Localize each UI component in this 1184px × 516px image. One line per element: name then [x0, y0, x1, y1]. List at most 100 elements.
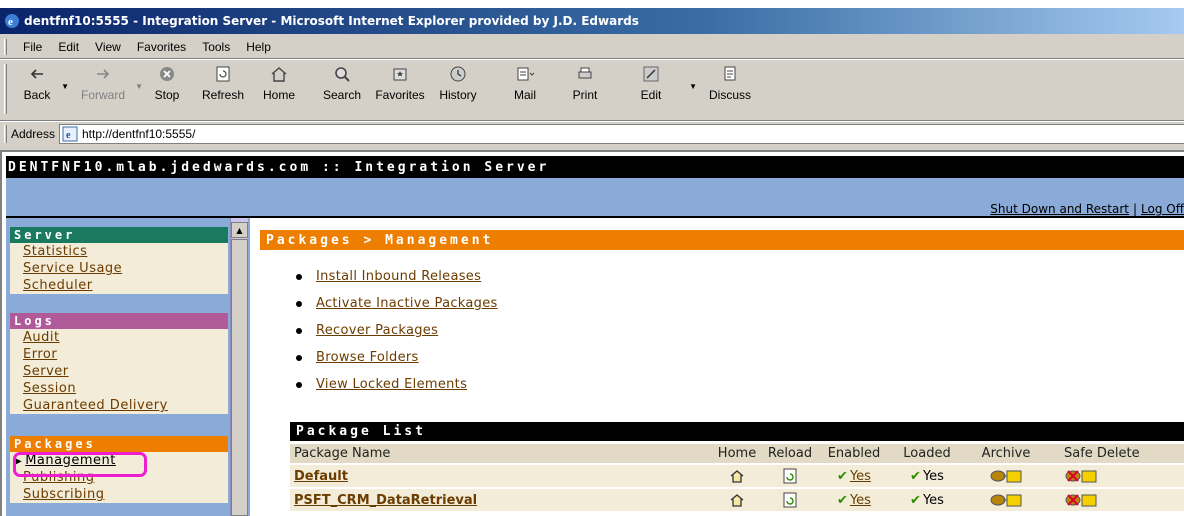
breadcrumb-text: Packages > Management — [266, 232, 494, 248]
reload-icon[interactable] — [782, 468, 798, 484]
history-button[interactable]: History — [433, 60, 483, 114]
archive-folder-icon[interactable] — [989, 492, 1023, 508]
nav-link-subscribing[interactable]: Subscribing — [10, 486, 228, 503]
reload-icon[interactable] — [782, 492, 798, 508]
menu-favorites[interactable]: Favorites — [129, 40, 194, 54]
activate-inactive-packages-link[interactable]: Activate Inactive Packages — [316, 296, 498, 311]
menu-edit[interactable]: Edit — [50, 40, 87, 54]
toolbar-grip — [4, 64, 7, 114]
scroll-thumb[interactable] — [231, 239, 248, 516]
menu-help[interactable]: Help — [238, 40, 279, 54]
history-icon — [450, 66, 466, 82]
discuss-button[interactable]: Discuss — [705, 60, 755, 114]
recover-packages-link[interactable]: Recover Packages — [316, 323, 438, 338]
col-archive: Archive — [964, 444, 1048, 463]
annotation-highlight — [13, 452, 147, 477]
package-list-title: Package List — [290, 422, 1184, 441]
shutdown-restart-link[interactable]: Shut Down and Restart — [990, 202, 1129, 216]
forward-arrow-icon — [97, 69, 110, 79]
view-locked-elements-link[interactable]: View Locked Elements — [316, 377, 467, 392]
refresh-button[interactable]: Refresh — [197, 60, 249, 114]
nav-heading-server: Server — [10, 227, 228, 243]
nav-link-session[interactable]: Session — [10, 380, 228, 397]
mail-button[interactable]: Mail — [503, 60, 547, 114]
bullet-icon — [296, 381, 302, 388]
list-item: Install Inbound Releases — [296, 263, 498, 290]
loaded-cell: ✔ Yes — [890, 465, 964, 487]
sidebar-scrollbar[interactable]: ▲ — [230, 218, 248, 516]
address-bar: Address e http://dentfnf10:5555/ — [0, 122, 1184, 146]
address-url: http://dentfnf10:5555/ — [81, 127, 196, 141]
back-dropdown-icon[interactable]: ▼ — [61, 82, 69, 91]
nav-link-statistics[interactable]: Statistics — [10, 243, 228, 260]
package-name-cell: Default — [290, 465, 712, 487]
mail-label: Mail — [513, 88, 536, 102]
edit-button[interactable]: Edit ▼ — [631, 60, 697, 114]
bullet-icon — [296, 273, 302, 280]
favorites-icon — [393, 68, 407, 81]
menu-grip — [4, 39, 7, 55]
list-item: View Locked Elements — [296, 371, 498, 398]
safe-delete-cell — [1048, 489, 1184, 511]
forward-button[interactable]: Forward ▼ — [73, 60, 143, 114]
address-input[interactable]: e http://dentfnf10:5555/ — [58, 124, 1184, 144]
package-link-psft-crm[interactable]: PSFT_CRM_DataRetrieval — [294, 493, 477, 508]
nav-link-error[interactable]: Error — [10, 346, 228, 363]
col-package-name: Package Name — [290, 444, 712, 463]
forward-label: Forward — [80, 88, 125, 102]
package-home-icon[interactable] — [729, 492, 745, 508]
menu-tools[interactable]: Tools — [194, 40, 238, 54]
stop-button[interactable]: Stop — [147, 60, 187, 114]
home-button[interactable]: Home — [257, 60, 301, 114]
browse-folders-link[interactable]: Browse Folders — [316, 350, 419, 365]
address-grip — [4, 125, 7, 143]
enabled-toggle-link[interactable]: Yes — [850, 493, 871, 508]
table-header-row: Package Name Home Reload Enabled Loaded … — [290, 444, 1184, 463]
package-list-title-text: Package List — [296, 424, 426, 439]
checkmark-icon: ✔ — [910, 468, 921, 484]
nav-link-scheduler[interactable]: Scheduler — [10, 277, 228, 294]
checkmark-icon: ✔ — [837, 468, 848, 484]
package-link-default[interactable]: Default — [294, 469, 348, 484]
list-item: Recover Packages — [296, 317, 498, 344]
loaded-value: Yes — [922, 468, 944, 484]
menu-view[interactable]: View — [87, 40, 129, 54]
refresh-icon — [216, 66, 230, 82]
checkmark-icon: ✔ — [837, 492, 848, 508]
print-button[interactable]: Print — [565, 60, 605, 114]
nav-link-service-usage[interactable]: Service Usage — [10, 260, 228, 277]
scroll-up-arrow-icon[interactable]: ▲ — [231, 222, 248, 238]
forward-dropdown-icon[interactable]: ▼ — [135, 82, 143, 91]
nav-link-audit[interactable]: Audit — [10, 329, 228, 346]
menu-file[interactable]: File — [15, 40, 50, 54]
search-icon — [335, 67, 350, 82]
package-home-icon[interactable] — [729, 468, 745, 484]
safe-delete-icon[interactable] — [1064, 492, 1098, 508]
discuss-label: Discuss — [708, 88, 751, 102]
nav-group-logs: Logs Audit Error Server Session Guarante… — [10, 313, 228, 414]
edit-dropdown-icon[interactable]: ▼ — [689, 82, 697, 91]
edit-label: Edit — [640, 88, 662, 102]
header-links: Shut Down and Restart | Log Off — [990, 202, 1184, 216]
nav-link-guaranteed-delivery[interactable]: Guaranteed Delivery — [10, 397, 228, 414]
archive-cell — [964, 465, 1048, 487]
logoff-link[interactable]: Log Off — [1141, 202, 1184, 216]
window-titlebar: e dentfnf10:5555 - Integration Server - … — [0, 8, 1184, 34]
mail-icon — [517, 67, 535, 81]
search-button[interactable]: Search — [319, 60, 365, 114]
back-button[interactable]: Back ▼ — [15, 60, 69, 114]
safe-delete-icon[interactable] — [1064, 468, 1098, 484]
loaded-value: Yes — [922, 492, 944, 508]
bullet-icon — [296, 354, 302, 361]
svg-text:e: e — [66, 130, 71, 141]
install-inbound-releases-link[interactable]: Install Inbound Releases — [316, 269, 481, 284]
archive-folder-icon[interactable] — [989, 468, 1023, 484]
safe-delete-cell — [1048, 465, 1184, 487]
loaded-cell: ✔ Yes — [890, 489, 964, 511]
nav-link-server[interactable]: Server — [10, 363, 228, 380]
enabled-toggle-link[interactable]: Yes — [850, 469, 871, 484]
home-cell — [712, 489, 762, 511]
stop-icon — [160, 67, 174, 81]
nav-body-server: Statistics Service Usage Scheduler — [10, 243, 228, 294]
favorites-button[interactable]: Favorites — [371, 60, 429, 114]
